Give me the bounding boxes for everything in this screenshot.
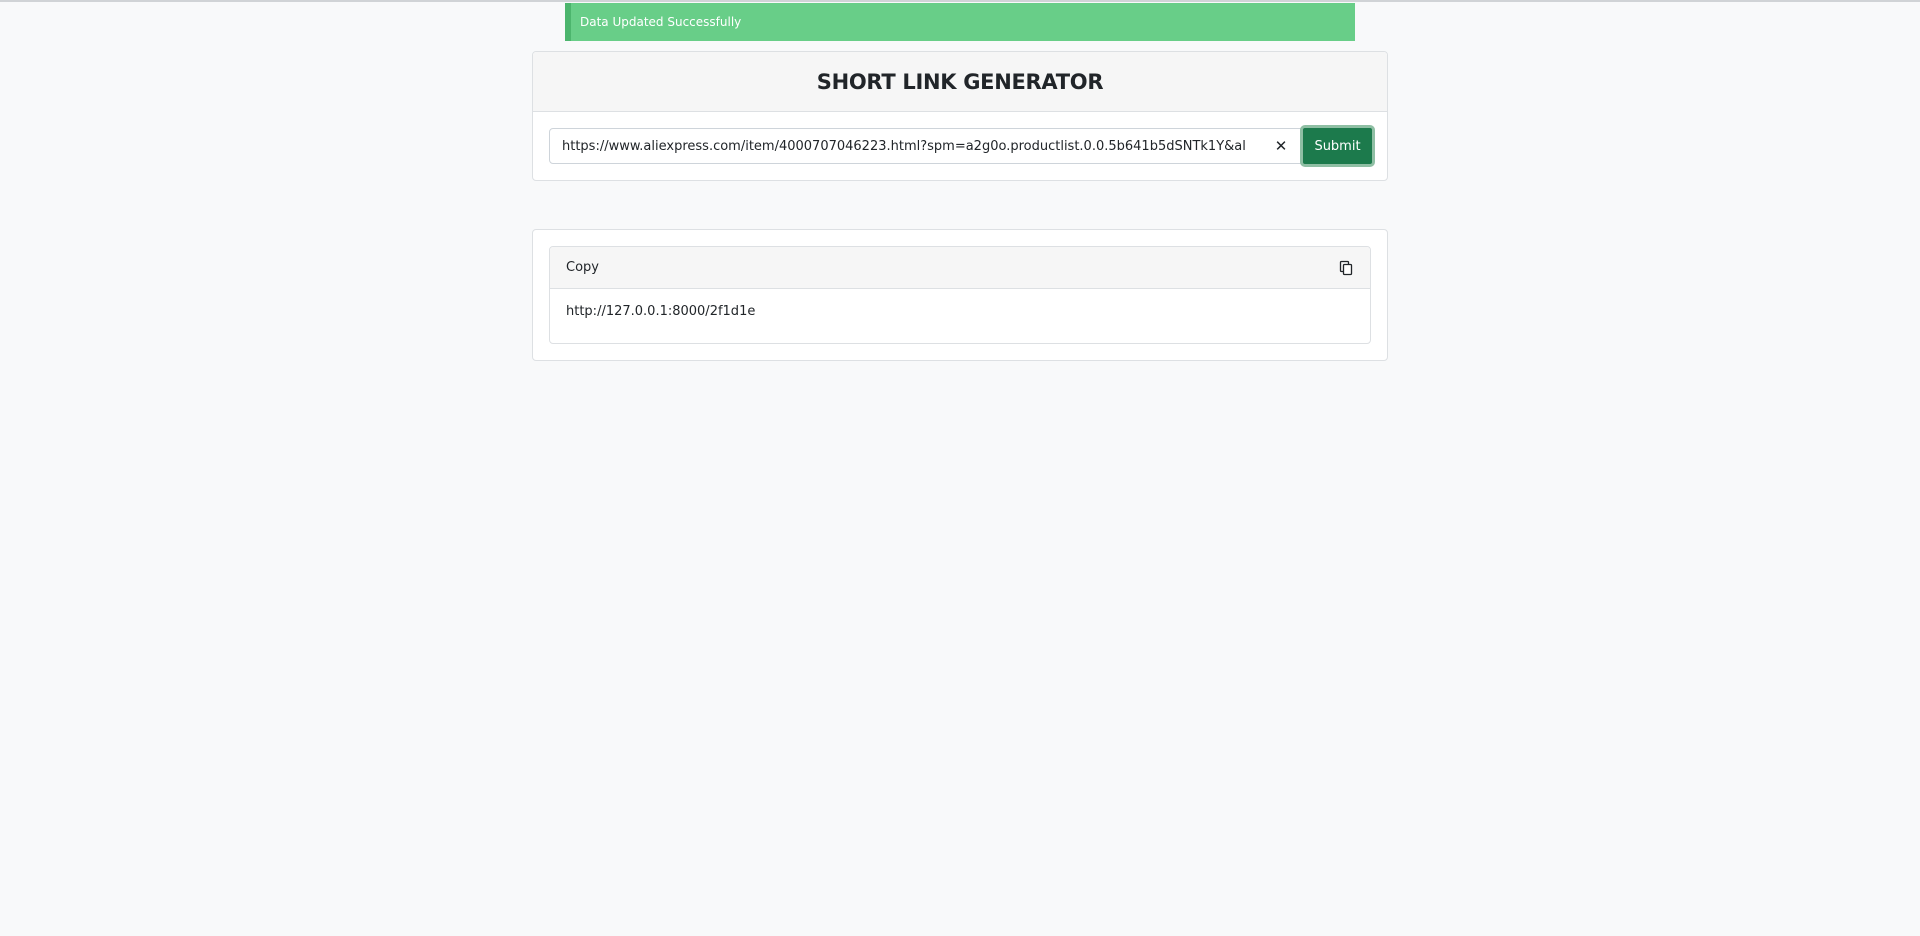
- short-link-url[interactable]: http://127.0.0.1:8000/2f1d1e: [566, 304, 755, 320]
- short-link-card: Copy http://127.0.0.1:8000/2f1d1e: [549, 246, 1371, 344]
- copy-label: Copy: [566, 260, 599, 275]
- success-alert: Data Updated Successfully: [565, 3, 1355, 41]
- generator-card: SHORT LINK GENERATOR ✕ Submit: [532, 51, 1388, 181]
- generator-body: ✕ Submit: [533, 112, 1387, 182]
- submit-button[interactable]: Submit: [1300, 125, 1375, 167]
- url-input[interactable]: [549, 128, 1301, 164]
- copy-icon[interactable]: [1338, 260, 1354, 276]
- close-icon[interactable]: ✕: [1271, 136, 1291, 156]
- generator-header: SHORT LINK GENERATOR: [533, 52, 1387, 112]
- page-title: SHORT LINK GENERATOR: [816, 69, 1104, 94]
- top-divider: [0, 0, 1920, 2]
- short-link-header: Copy: [550, 247, 1370, 289]
- result-card: Copy http://127.0.0.1:8000/2f1d1e: [532, 229, 1388, 361]
- alert-message: Data Updated Successfully: [580, 15, 742, 29]
